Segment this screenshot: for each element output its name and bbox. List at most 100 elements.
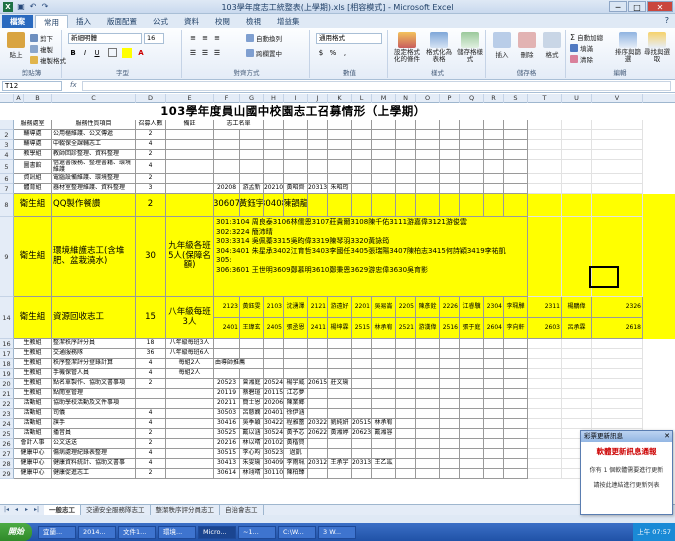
- table-cell[interactable]: [328, 409, 352, 419]
- count-cell[interactable]: 2: [136, 429, 166, 439]
- popup-update-link[interactable]: 請按此連結進行更新列表: [584, 480, 669, 489]
- item-cell[interactable]: 協助學校活動及文件事項: [52, 399, 136, 409]
- sheet-title[interactable]: 103學年度員山國中校園志工召募情形（上學期）: [14, 104, 572, 118]
- item-cell[interactable]: 電腦設備維護、環境整理: [52, 174, 136, 184]
- student-id-cell[interactable]: 20208: [214, 184, 240, 194]
- table-cell[interactable]: [284, 150, 308, 160]
- student-name-cell[interactable]: 楊坤霖: [328, 318, 352, 339]
- table-cell[interactable]: [460, 140, 484, 150]
- note-cell[interactable]: [166, 439, 214, 449]
- table-cell[interactable]: [328, 359, 352, 369]
- column-header-C[interactable]: C: [52, 94, 136, 103]
- table-cell[interactable]: [416, 469, 440, 479]
- table-cell[interactable]: [372, 194, 396, 217]
- column-header-V[interactable]: V: [592, 94, 643, 103]
- student-id-cell[interactable]: 30614: [214, 469, 240, 479]
- table-cell[interactable]: [504, 429, 528, 439]
- table-cell[interactable]: [352, 150, 372, 160]
- empty-cell[interactable]: [562, 150, 592, 160]
- table-cell[interactable]: [352, 439, 372, 449]
- table-cell[interactable]: [440, 469, 460, 479]
- table-cell[interactable]: [460, 160, 484, 174]
- row-header[interactable]: 2: [0, 130, 14, 140]
- table-cell[interactable]: [396, 160, 416, 174]
- table-cell[interactable]: [284, 130, 308, 140]
- table-cell[interactable]: [372, 439, 396, 449]
- insert-cells-button[interactable]: 插入: [490, 32, 514, 59]
- table-cell[interactable]: [484, 459, 504, 469]
- empty-cell[interactable]: [528, 130, 562, 140]
- tab-data[interactable]: 資料: [176, 15, 207, 28]
- format-cells-button[interactable]: 格式: [540, 32, 564, 59]
- table-cell[interactable]: [372, 379, 396, 389]
- column-label-note[interactable]: 備註: [166, 120, 214, 130]
- student-name-cell[interactable]: 楊鵬偉: [562, 297, 592, 318]
- table-cell[interactable]: [484, 120, 504, 130]
- office-cell[interactable]: 活動組: [14, 429, 52, 439]
- student-name-cell[interactable]: 莊文瑜: [328, 379, 352, 389]
- student-id-cell[interactable]: 20523: [214, 379, 240, 389]
- office-cell[interactable]: 健康中心: [14, 469, 52, 479]
- student-id-cell[interactable]: 30503: [214, 409, 240, 419]
- note-cell[interactable]: [166, 459, 214, 469]
- table-cell[interactable]: [504, 409, 528, 419]
- start-button[interactable]: 開始: [0, 523, 32, 541]
- student-name-cell[interactable]: 王承宇: [328, 459, 352, 469]
- table-cell[interactable]: [484, 140, 504, 150]
- empty-cell[interactable]: [562, 184, 592, 194]
- empty-cell[interactable]: [562, 160, 592, 174]
- underline-button[interactable]: U: [92, 48, 102, 58]
- align-center-icon[interactable]: ☰: [200, 48, 210, 58]
- table-cell[interactable]: [396, 174, 416, 184]
- table-cell[interactable]: [416, 449, 440, 459]
- empty-cell[interactable]: [562, 339, 592, 349]
- empty-cell[interactable]: [562, 120, 592, 130]
- prev-sheet-icon[interactable]: ◂: [12, 506, 21, 514]
- row-header[interactable]: 14: [0, 297, 14, 339]
- table-cell[interactable]: [396, 439, 416, 449]
- table-cell[interactable]: [504, 120, 528, 130]
- table-cell[interactable]: [440, 359, 460, 369]
- table-cell[interactable]: [352, 160, 372, 174]
- column-header-E[interactable]: E: [166, 94, 214, 103]
- table-cell[interactable]: [484, 429, 504, 439]
- empty-cell[interactable]: [562, 194, 592, 217]
- font-size-select[interactable]: 16: [144, 33, 164, 44]
- table-cell[interactable]: [328, 339, 352, 349]
- item-cell[interactable]: QQ製作餐讚: [52, 194, 136, 217]
- student-id-cell[interactable]: 20524: [264, 379, 284, 389]
- student-id-cell[interactable]: 20102: [264, 439, 284, 449]
- tab-view[interactable]: 檢視: [238, 15, 269, 28]
- count-cell[interactable]: 2: [136, 439, 166, 449]
- table-cell[interactable]: [352, 140, 372, 150]
- table-cell[interactable]: [264, 174, 284, 184]
- count-cell[interactable]: 2: [136, 379, 166, 389]
- autosum-button[interactable]: Σ 自動加總: [570, 32, 603, 43]
- align-top-icon[interactable]: ≡: [188, 33, 198, 43]
- table-cell[interactable]: [416, 419, 440, 429]
- student-name-cell[interactable]: 黃鈺宇: [240, 194, 264, 217]
- empty-cell[interactable]: [592, 349, 643, 359]
- worksheet-grid[interactable]: ABCDEFGHIJKLMNOPQRSTUV 103學年度員山國中校園志工召募情…: [0, 94, 675, 504]
- count-cell[interactable]: 4: [136, 409, 166, 419]
- table-cell[interactable]: [416, 459, 440, 469]
- student-id-cell[interactable]: 2123: [214, 297, 240, 318]
- table-cell[interactable]: [416, 120, 440, 130]
- empty-cell[interactable]: [528, 449, 562, 459]
- empty-cell[interactable]: [592, 120, 643, 130]
- row-header[interactable]: 26: [0, 439, 14, 449]
- table-cell[interactable]: [264, 339, 284, 349]
- table-cell[interactable]: [396, 359, 416, 369]
- table-cell[interactable]: [372, 130, 396, 140]
- table-cell[interactable]: [284, 160, 308, 174]
- student-id-cell[interactable]: 2515: [352, 318, 372, 339]
- empty-cell[interactable]: [562, 409, 592, 419]
- table-cell[interactable]: [416, 369, 440, 379]
- empty-cell[interactable]: [562, 359, 592, 369]
- paste-button[interactable]: 貼上: [4, 32, 28, 59]
- count-cell[interactable]: 4: [136, 449, 166, 459]
- student-id-cell[interactable]: 20206: [264, 399, 284, 409]
- table-cell[interactable]: [352, 349, 372, 359]
- empty-cell[interactable]: [528, 339, 562, 349]
- table-cell[interactable]: [440, 130, 460, 140]
